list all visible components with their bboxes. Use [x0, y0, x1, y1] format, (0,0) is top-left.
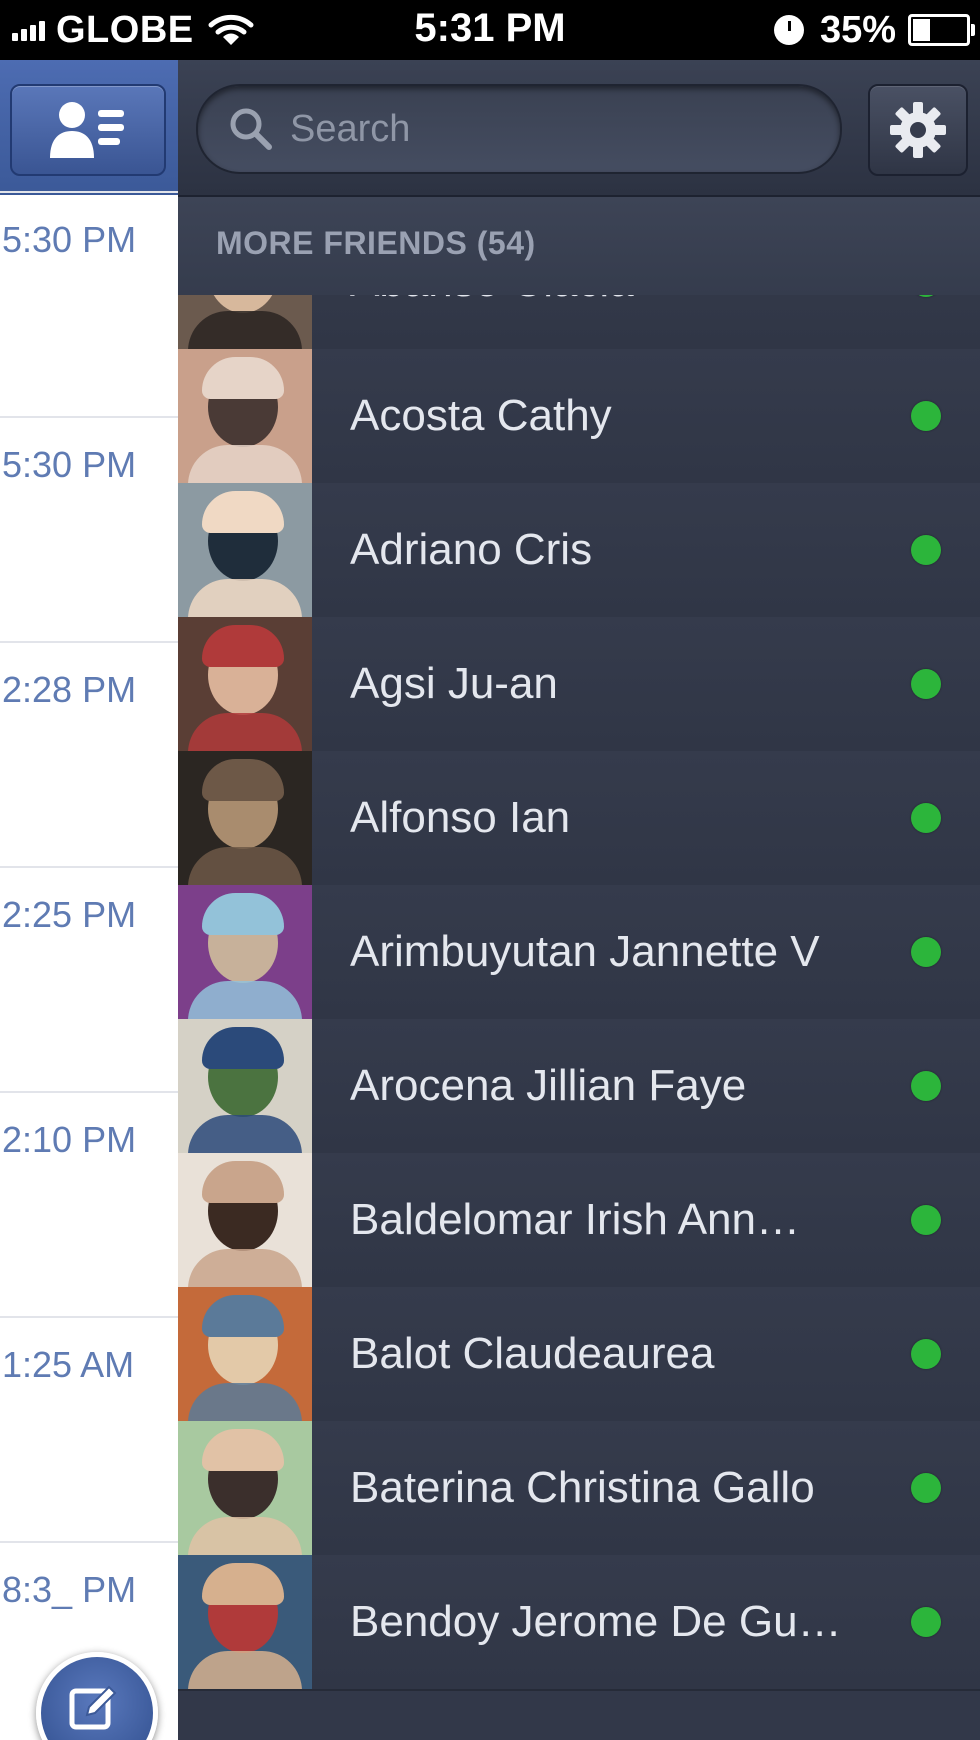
- battery-percent: 35%: [819, 8, 896, 51]
- message-time: 2:25 PM: [2, 894, 137, 935]
- message-time: 5:30 PM: [2, 219, 137, 260]
- friend-name: Arocena Jillian Faye: [350, 1061, 747, 1110]
- friend-avatar: [178, 349, 312, 483]
- search-bar[interactable]: [196, 84, 842, 174]
- friend-row[interactable]: Arocena Jillian Faye: [178, 1019, 980, 1155]
- message-time: 2:10 PM: [2, 1119, 137, 1160]
- friend-name: Baldelomar Irish Ann…: [350, 1195, 800, 1244]
- online-status-icon: [911, 1473, 941, 1503]
- message-row[interactable]: 1:25 AM: [0, 1316, 178, 1544]
- online-status-icon: [911, 1205, 941, 1235]
- friend-avatar: [178, 1421, 312, 1555]
- friend-name: Baterina Christina Gallo: [350, 1463, 815, 1512]
- friend-avatar: [178, 483, 312, 617]
- online-status-icon: [911, 535, 941, 565]
- online-status-icon: [911, 803, 941, 833]
- section-header: MORE FRIENDS (54): [178, 197, 980, 295]
- friend-avatar: [178, 617, 312, 751]
- friend-row[interactable]: Baterina Christina Gallo: [178, 1421, 980, 1557]
- online-status-icon: [911, 1607, 941, 1637]
- messages-column: 5:30 PM 5:30 PM 2:28 PM 2:25 PM 2:10 PM 1:25 …: [0, 60, 178, 1740]
- message-time: 5:30 PM: [2, 444, 137, 485]
- message-row[interactable]: 5:30 PM: [0, 416, 178, 644]
- friend-row[interactable]: Adriano Cris: [178, 483, 980, 619]
- compose-icon: [69, 1685, 117, 1730]
- friend-avatar: [178, 1019, 312, 1153]
- friend-row[interactable]: Bendoy Jerome De Gu…: [178, 1555, 980, 1691]
- friends-list-button[interactable]: [10, 84, 166, 176]
- friend-avatar: [178, 1287, 312, 1421]
- search-icon: [230, 108, 272, 150]
- friend-row[interactable]: Agsi Ju-an: [178, 617, 980, 753]
- messages-header: [0, 60, 178, 195]
- settings-button[interactable]: [868, 84, 968, 176]
- section-title: MORE FRIENDS (54): [216, 225, 536, 261]
- friend-name: Arimbuyutan Jannette V: [350, 927, 820, 976]
- friend-row[interactable]: Acosta Cathy: [178, 349, 980, 485]
- friend-name: Acosta Cathy: [350, 391, 612, 440]
- message-time: 8:3_ PM: [2, 1569, 137, 1610]
- friends-panel: Abariso ClaclaAcosta CathyAdriano CrisAg…: [178, 60, 980, 1740]
- friend-avatar: [178, 885, 312, 1019]
- message-row[interactable]: 2:10 PM: [0, 1091, 178, 1319]
- friend-name: Agsi Ju-an: [350, 659, 558, 708]
- message-row[interactable]: 2:25 PM: [0, 866, 178, 1094]
- search-input[interactable]: [288, 100, 812, 158]
- battery-icon: [908, 14, 975, 46]
- message-time: 2:28 PM: [2, 669, 137, 710]
- status-right: 35%: [773, 8, 975, 52]
- friend-avatar: [178, 751, 312, 885]
- gear-icon: [890, 102, 946, 158]
- friends-top-bar: [178, 60, 980, 197]
- online-status-icon: [911, 1071, 941, 1101]
- status-bar: GLOBE 5:31 PM 35%: [0, 0, 980, 60]
- online-status-icon: [911, 1339, 941, 1369]
- friend-avatar: [178, 1153, 312, 1287]
- friend-row[interactable]: Baldelomar Irish Ann…: [178, 1153, 980, 1289]
- friend-name: Balot Claudeaurea: [350, 1329, 715, 1378]
- online-status-icon: [911, 937, 941, 967]
- online-status-icon: [911, 669, 941, 699]
- message-row[interactable]: 5:30 PM: [0, 191, 178, 419]
- friend-row[interactable]: Arimbuyutan Jannette V: [178, 885, 980, 1021]
- friend-row[interactable]: Balot Claudeaurea: [178, 1287, 980, 1423]
- message-time: 1:25 AM: [2, 1344, 135, 1385]
- message-row[interactable]: 2:28 PM: [0, 641, 178, 869]
- friend-name: Adriano Cris: [350, 525, 593, 574]
- friend-avatar: [178, 1555, 312, 1689]
- battery-fill: [913, 19, 930, 41]
- online-status-icon: [911, 401, 941, 431]
- friends-list-icon: [50, 102, 124, 158]
- alarm-clock-icon: [773, 15, 804, 45]
- friend-name: Bendoy Jerome De Gu…: [350, 1597, 842, 1646]
- friend-name: Alfonso Ian: [350, 793, 571, 842]
- friend-row[interactable]: Alfonso Ian: [178, 751, 980, 887]
